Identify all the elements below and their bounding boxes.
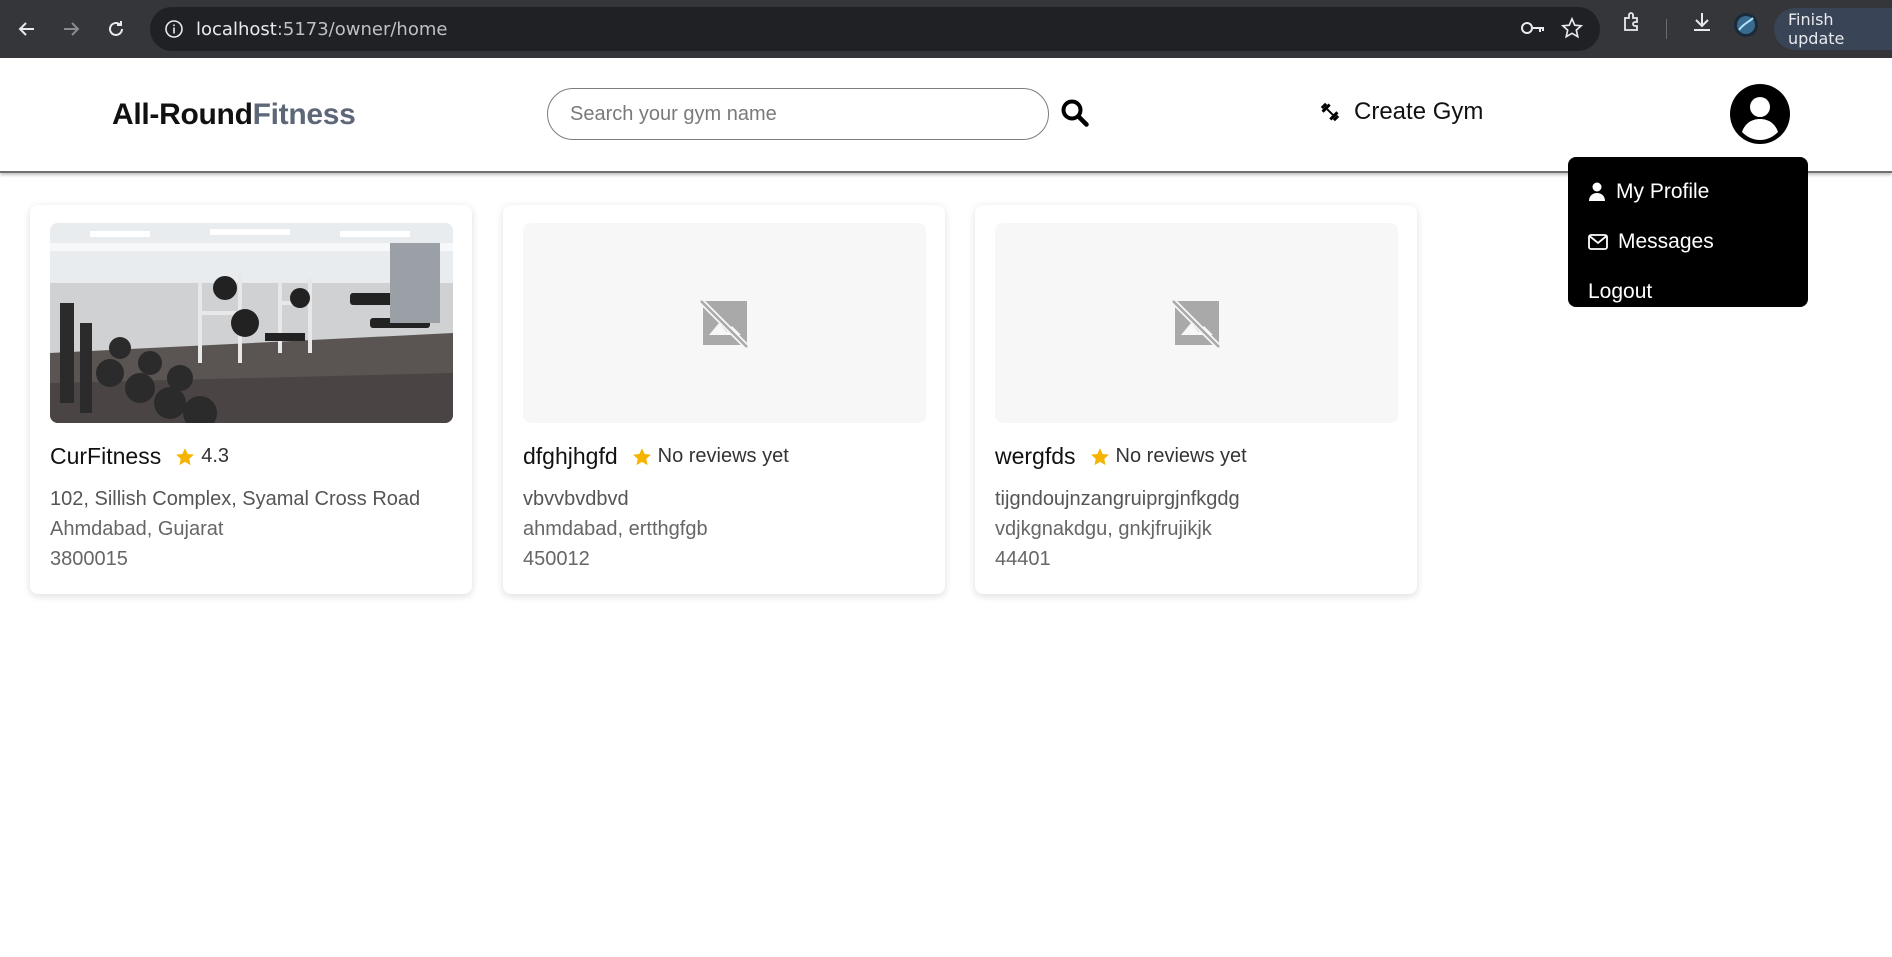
finish-update-button[interactable]: Finish update: [1774, 8, 1892, 50]
forward-button[interactable]: [52, 10, 90, 48]
user-avatar-button[interactable]: [1730, 84, 1790, 144]
user-circle-icon: [1730, 84, 1790, 144]
rating-text: 4.3: [201, 445, 230, 467]
gym-photo: [50, 223, 453, 423]
menu-item-messages[interactable]: Messages: [1568, 217, 1808, 267]
gym-pincode: 44401: [995, 548, 1051, 570]
back-button[interactable]: [8, 10, 46, 48]
bookmark-star-icon[interactable]: [1560, 16, 1584, 44]
rating-text: No reviews yet: [1115, 445, 1247, 467]
image-placeholder: [995, 223, 1398, 423]
gym-name: wergfds: [995, 443, 1076, 469]
search-icon: [1061, 99, 1089, 127]
password-key-icon[interactable]: [1520, 17, 1546, 44]
menu-item-logout[interactable]: Logout: [1568, 267, 1808, 317]
gym-city-state: vdjkgnakdgu, gnkjfrujikjk: [995, 518, 1212, 540]
user-dropdown-menu: My Profile Messages Logout: [1568, 157, 1808, 307]
image-placeholder: [523, 223, 926, 423]
toolbar-divider: [1666, 19, 1667, 39]
dumbbell-icon: [1320, 102, 1340, 122]
create-gym-label: Create Gym: [1354, 98, 1484, 125]
gym-address: 102, Sillish Complex, Syamal Cross Road: [50, 488, 421, 510]
menu-item-label: Messages: [1618, 230, 1714, 253]
rating-text: No reviews yet: [657, 445, 789, 467]
star-icon: [1090, 447, 1109, 465]
star-icon: [176, 447, 195, 465]
gym-pincode: 3800015: [50, 548, 128, 570]
gym-card[interactable]: dfghjhgfd No reviews yet vbvvbvdbvd ahmd…: [503, 205, 945, 594]
gym-rating: No reviews yet: [632, 445, 789, 468]
download-icon[interactable]: [1690, 10, 1714, 39]
gym-card[interactable]: CurFitness 4.3 102, Sillish Complex, Sya…: [30, 205, 472, 594]
gym-card[interactable]: wergfds No reviews yet tijgndoujnzangrui…: [975, 205, 1417, 594]
address-bar[interactable]: localhost:5173/owner/home: [150, 7, 1600, 51]
arrow-right-icon: [64, 22, 80, 36]
gym-city-state: ahmdabad, ertthgfgb: [523, 518, 708, 540]
create-gym-button[interactable]: Create Gym: [1318, 98, 1483, 126]
reload-icon: [109, 21, 123, 36]
gym-address: vbvvbvdbvd: [523, 488, 629, 510]
search-button[interactable]: [1060, 98, 1092, 130]
menu-item-my-profile[interactable]: My Profile: [1568, 167, 1808, 217]
menu-item-label: Logout: [1588, 280, 1653, 303]
gym-name: dfghjhgfd: [523, 443, 618, 469]
envelope-icon: [1588, 234, 1608, 250]
person-icon: [1589, 182, 1605, 201]
url-text: localhost:5173/owner/home: [196, 19, 448, 40]
menu-item-label: My Profile: [1616, 180, 1710, 203]
logo-accent-text: Fitness: [252, 98, 356, 131]
gym-pincode: 450012: [523, 548, 590, 570]
logo-main-text: All-Round: [112, 98, 253, 131]
browser-toolbar: localhost:5173/owner/home Finish update: [0, 0, 1892, 58]
brand-logo[interactable]: All-RoundFitness: [112, 98, 356, 132]
extensions-puzzle-icon[interactable]: [1621, 10, 1645, 39]
search-input[interactable]: [547, 88, 1049, 140]
star-icon: [632, 447, 651, 465]
gym-address: tijgndoujnzangruiprgjnfkgdg: [995, 488, 1240, 510]
no-image-icon: [698, 298, 749, 349]
gym-city-state: Ahmdabad, Gujarat: [50, 518, 224, 540]
gym-rating: No reviews yet: [1090, 445, 1247, 468]
app-header: All-RoundFitness Create Gym: [0, 58, 1892, 173]
finish-update-label: Finish update: [1788, 10, 1845, 48]
gym-rating: 4.3: [175, 445, 229, 468]
gym-name: CurFitness: [50, 443, 162, 469]
arrow-left-icon: [18, 22, 34, 36]
no-image-icon: [1170, 298, 1221, 349]
reload-button[interactable]: [97, 10, 135, 48]
profile-avatar-icon[interactable]: [1733, 12, 1759, 43]
site-info-icon[interactable]: [164, 19, 184, 44]
